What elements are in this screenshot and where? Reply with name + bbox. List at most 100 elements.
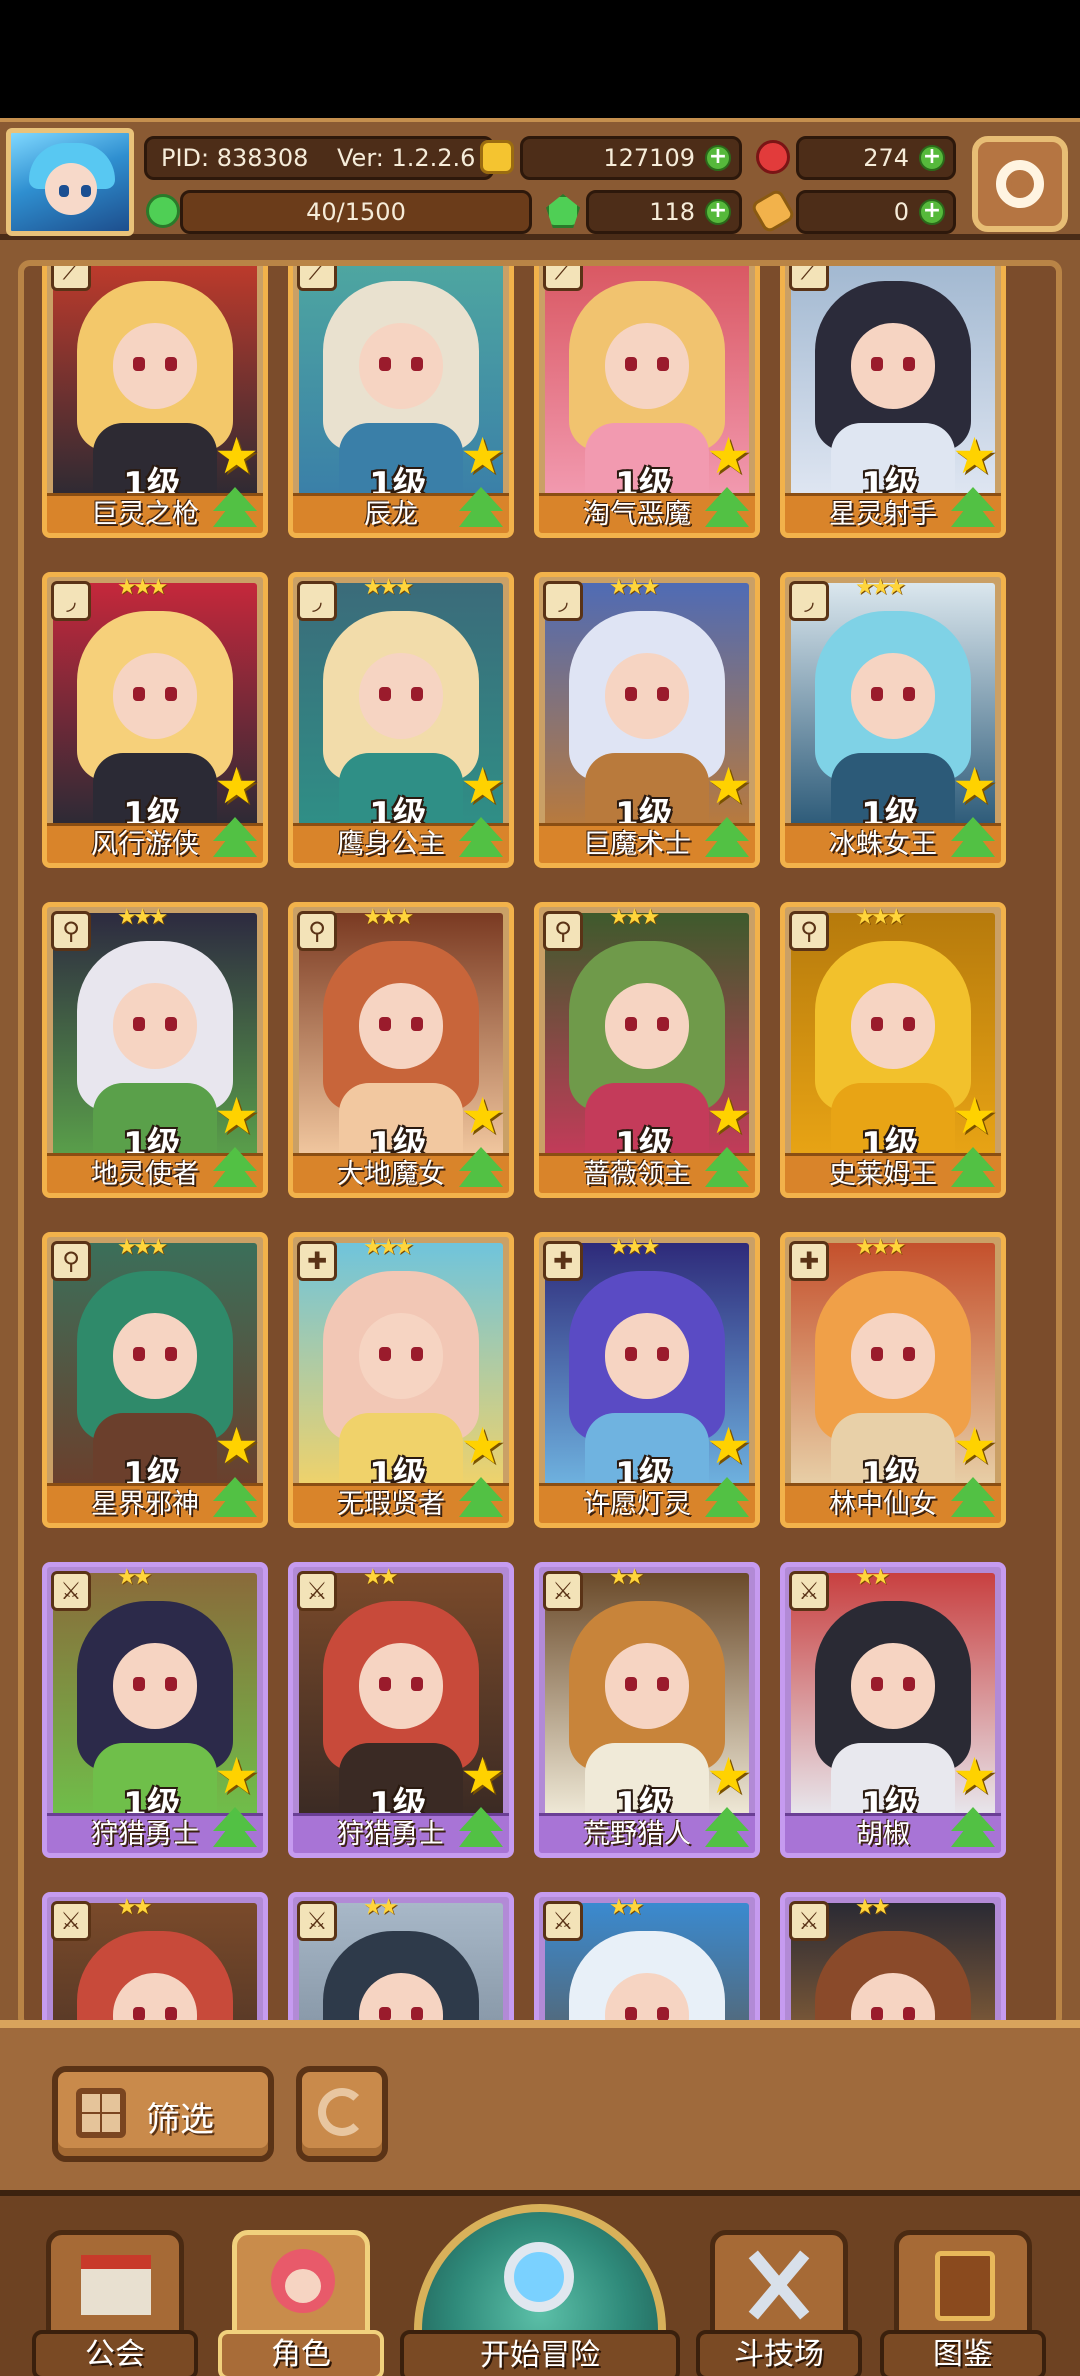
hero-eye: [165, 1017, 177, 1031]
hero-eye: [379, 1677, 391, 1691]
hero-name: 鹰身公主: [337, 829, 445, 860]
hero-card[interactable]: ⚔★★★: [780, 1892, 1006, 2024]
hero-card[interactable]: ⚔ ★★ 1级 ★ 胡椒: [780, 1562, 1006, 1858]
hero-card[interactable]: ⚲ ★★★ 1级 ★ 地灵使者: [42, 902, 268, 1198]
hero-card[interactable]: ⚔★★★: [534, 1892, 760, 2024]
hero-card[interactable]: ✚ ★★★ 1级 ★ 林中仙女: [780, 1232, 1006, 1528]
hero-name: 巨魔术士: [583, 829, 691, 860]
hero-eye: [411, 357, 423, 371]
start-adventure-button[interactable]: 开始冒险: [400, 2196, 680, 2376]
rarity-stars: ★★★: [363, 266, 414, 270]
class-spear-icon: ⟋: [543, 266, 583, 291]
class-staff-icon: ⚲: [51, 911, 91, 951]
class-sword-icon: ⚔: [543, 1901, 583, 1941]
star-upgrade-icon[interactable]: ★: [706, 1417, 751, 1475]
hero-eye: [379, 2007, 391, 2021]
hero-eye: [657, 1347, 669, 1361]
star-upgrade-icon[interactable]: ★: [460, 427, 505, 485]
hero-eye: [871, 357, 883, 371]
hero-face: [359, 323, 443, 409]
settings-button[interactable]: [972, 136, 1068, 232]
class-spear-icon: ⟋: [297, 266, 337, 291]
star-upgrade-icon[interactable]: ★: [706, 427, 751, 485]
hero-name: 蔷薇领主: [583, 1159, 691, 1190]
hero-card[interactable]: ⚲ ★★★ 1级 ★ 星界邪神: [42, 1232, 268, 1528]
nav-label-arena: 斗技场: [696, 2330, 862, 2376]
star-upgrade-icon[interactable]: ★: [214, 1747, 259, 1805]
player-avatar[interactable]: [6, 128, 134, 236]
hero-card[interactable]: ◞ ★★★ 1级 ★ 冰蛛女王: [780, 572, 1006, 868]
hero-card[interactable]: ◞ ★★★ 1级 ★ 巨魔术士: [534, 572, 760, 868]
hero-name: 冰蛛女王: [829, 829, 937, 860]
star-upgrade-icon[interactable]: ★: [706, 1747, 751, 1805]
star-upgrade-icon[interactable]: ★: [214, 757, 259, 815]
class-bow-icon: ◞: [297, 581, 337, 621]
class-bow-icon: ◞: [789, 581, 829, 621]
rarity-stars: ★★: [855, 1895, 891, 1920]
star-upgrade-icon[interactable]: ★: [952, 1087, 997, 1145]
add-gem-button[interactable]: +: [919, 145, 945, 171]
hero-card[interactable]: ✚ ★★★ 1级 ★ 无瑕贤者: [288, 1232, 514, 1528]
rarity-stars: ★★: [117, 1565, 153, 1590]
add-gold-button[interactable]: +: [705, 145, 731, 171]
nav-label-codex: 图鉴: [880, 2330, 1046, 2376]
nav-tab-heroes[interactable]: 角色: [218, 2230, 384, 2376]
hero-eye: [165, 2007, 177, 2021]
star-upgrade-icon[interactable]: ★: [214, 1087, 259, 1145]
nav-tab-codex[interactable]: 图鉴: [880, 2230, 1046, 2376]
hero-eye: [871, 1677, 883, 1691]
star-upgrade-icon[interactable]: ★: [214, 1417, 259, 1475]
refresh-button[interactable]: [296, 2066, 388, 2162]
hero-card[interactable]: ⟋★★★1级★巨灵之枪: [42, 266, 268, 538]
star-upgrade-icon[interactable]: ★: [706, 757, 751, 815]
nav-tab-guild[interactable]: 公会: [32, 2230, 198, 2376]
class-staff-icon: ⚲: [789, 911, 829, 951]
game-version: Ver: 1.2.2.6: [337, 144, 476, 172]
hero-card[interactable]: ⚔ ★★ 1级 ★ 狩猎勇士: [42, 1562, 268, 1858]
star-upgrade-icon[interactable]: ★: [706, 1087, 751, 1145]
hero-name: 地灵使者: [91, 1159, 199, 1190]
rarity-stars: ★★: [609, 1565, 645, 1590]
rarity-stars: ★★★: [117, 1235, 168, 1260]
hero-card[interactable]: ✚ ★★★ 1级 ★ 许愿灯灵: [534, 1232, 760, 1528]
hero-face: [359, 983, 443, 1069]
star-upgrade-icon[interactable]: ★: [214, 427, 259, 485]
star-upgrade-icon[interactable]: ★: [952, 427, 997, 485]
rarity-stars: ★★★: [609, 1235, 660, 1260]
add-key-button[interactable]: +: [919, 199, 945, 225]
star-upgrade-icon[interactable]: ★: [460, 1747, 505, 1805]
hero-card[interactable]: ⟋★★★1级★辰龙: [288, 266, 514, 538]
hero-card[interactable]: ◞ ★★★ 1级 ★ 鹰身公主: [288, 572, 514, 868]
hero-card[interactable]: ◞ ★★★ 1级 ★ 风行游侠: [42, 572, 268, 868]
star-upgrade-icon[interactable]: ★: [952, 757, 997, 815]
rarity-stars: ★★★: [855, 905, 906, 930]
star-upgrade-icon[interactable]: ★: [952, 1747, 997, 1805]
filter-button[interactable]: 筛选: [52, 2066, 274, 2162]
rarity-stars: ★★★: [609, 575, 660, 600]
heroes-icon: [232, 2230, 370, 2340]
hero-eye: [903, 2007, 915, 2021]
hero-card[interactable]: ⚔ ★★ 1级 ★ 荒野猎人: [534, 1562, 760, 1858]
star-upgrade-icon[interactable]: ★: [460, 1087, 505, 1145]
hero-card[interactable]: ⚔★★★: [42, 1892, 268, 2024]
star-upgrade-icon[interactable]: ★: [952, 1417, 997, 1475]
star-upgrade-icon[interactable]: ★: [460, 757, 505, 815]
add-clover-button[interactable]: +: [705, 199, 731, 225]
star-upgrade-icon[interactable]: ★: [460, 1417, 505, 1475]
hero-card[interactable]: ⚲ ★★★ 1级 ★ 大地魔女: [288, 902, 514, 1198]
hero-card[interactable]: ⟋★★★1级★淘气恶魔: [534, 266, 760, 538]
hero-name: 辰龙: [364, 499, 418, 530]
hero-card[interactable]: ⟋★★★1级★星灵射手: [780, 266, 1006, 538]
hero-card[interactable]: ⚔ ★★ 1级 ★ 狩猎勇士: [288, 1562, 514, 1858]
class-staff-icon: ⚲: [543, 911, 583, 951]
class-cross-icon: ✚: [297, 1241, 337, 1281]
hero-face: [851, 1643, 935, 1729]
hero-eye: [903, 687, 915, 701]
hero-card[interactable]: ⚲ ★★★ 1级 ★ 史莱姆王: [780, 902, 1006, 1198]
hero-card[interactable]: ⚲ ★★★ 1级 ★ 蔷薇领主: [534, 902, 760, 1198]
hero-roster-panel: ⟋★★★1级★巨灵之枪⟋★★★1级★辰龙⟋★★★1级★淘气恶魔⟋★★★1级★星灵…: [0, 240, 1080, 2030]
hero-card[interactable]: ⚔★★★: [288, 1892, 514, 2024]
rarity-stars: ★★: [363, 1895, 399, 1920]
hero-grid[interactable]: ⟋★★★1级★巨灵之枪⟋★★★1级★辰龙⟋★★★1级★淘气恶魔⟋★★★1级★星灵…: [18, 260, 1062, 2030]
nav-tab-arena[interactable]: 斗技场: [696, 2230, 862, 2376]
